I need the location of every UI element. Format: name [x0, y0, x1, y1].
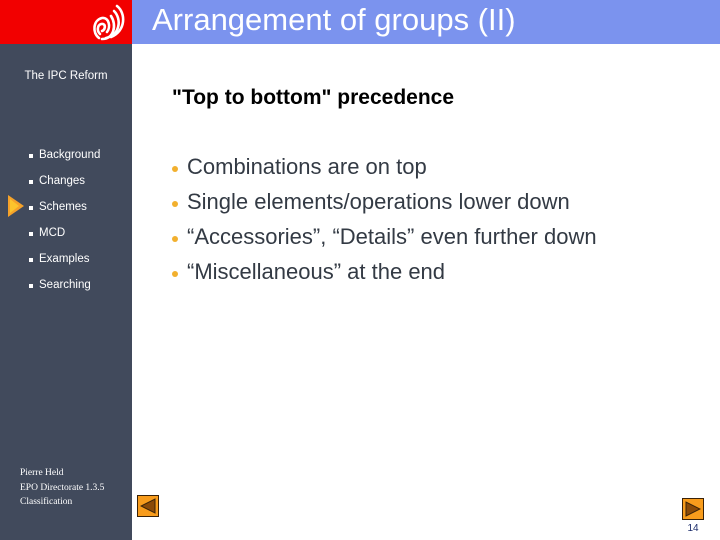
sidebar-nav: Background Changes Schemes MCD Examples … — [29, 147, 100, 303]
bullet-icon — [29, 206, 33, 210]
next-slide-button[interactable] — [682, 498, 704, 520]
footer-unit: Classification — [20, 497, 73, 507]
slide-title: Arrangement of groups (II) — [152, 2, 516, 37]
bullet-text: “Miscellaneous” at the end — [187, 259, 446, 284]
triangle-right-icon — [685, 501, 701, 517]
sidebar-item-mcd[interactable]: MCD — [29, 225, 100, 251]
sidebar-item-label: Background — [39, 149, 101, 161]
footer-author: Pierre Held — [20, 468, 64, 478]
section-label: The IPC Reform — [24, 70, 108, 82]
bullet-icon — [29, 284, 33, 288]
sidebar-item-changes[interactable]: Changes — [29, 173, 100, 199]
bullet-item: “Accessories”, “Details” even further do… — [170, 223, 597, 258]
sidebar-item-label: Changes — [39, 175, 86, 187]
footer-info: Pierre Held EPO Directorate 1.3.5 Classi… — [20, 466, 104, 510]
sidebar-item-label: Searching — [39, 279, 91, 291]
bullet-text: Single elements/operations lower down — [187, 189, 570, 214]
bullet-item: Combinations are on top — [170, 153, 597, 188]
bullet-item: Single elements/operations lower down — [170, 188, 597, 223]
bullet-text: “Accessories”, “Details” even further do… — [187, 224, 597, 249]
bullet-text: Combinations are on top — [187, 154, 427, 179]
title-bar: Arrangement of groups (II) — [132, 0, 720, 44]
current-item-arrow-icon — [8, 195, 24, 217]
sidebar-item-background[interactable]: Background — [29, 147, 100, 173]
bullet-item: “Miscellaneous” at the end — [170, 258, 597, 293]
bullet-dot-icon — [172, 271, 178, 277]
sidebar-item-schemes[interactable]: Schemes — [29, 199, 100, 225]
sidebar-item-examples[interactable]: Examples — [29, 251, 100, 277]
bullet-dot-icon — [172, 236, 178, 242]
bullet-icon — [29, 154, 33, 158]
bullet-list: Combinations are on top Single elements/… — [170, 153, 597, 293]
bullet-dot-icon — [172, 166, 178, 172]
footer-department: EPO Directorate 1.3.5 — [20, 482, 105, 493]
epo-logo-icon — [93, 4, 125, 41]
bullet-dot-icon — [172, 201, 178, 207]
logo-box — [0, 0, 132, 44]
sidebar-item-label: Examples — [39, 253, 90, 265]
slide-subtitle: "Top to bottom" precedence — [172, 86, 455, 109]
sidebar-item-label: Schemes — [39, 201, 87, 213]
bullet-icon — [29, 180, 33, 184]
bullet-icon — [29, 232, 33, 236]
bullet-icon — [29, 258, 33, 262]
sidebar-item-searching[interactable]: Searching — [29, 277, 100, 303]
page-number: 14 — [687, 523, 699, 534]
sidebar-item-label: MCD — [39, 227, 66, 239]
triangle-left-icon — [140, 498, 156, 514]
previous-slide-button[interactable] — [137, 495, 159, 517]
